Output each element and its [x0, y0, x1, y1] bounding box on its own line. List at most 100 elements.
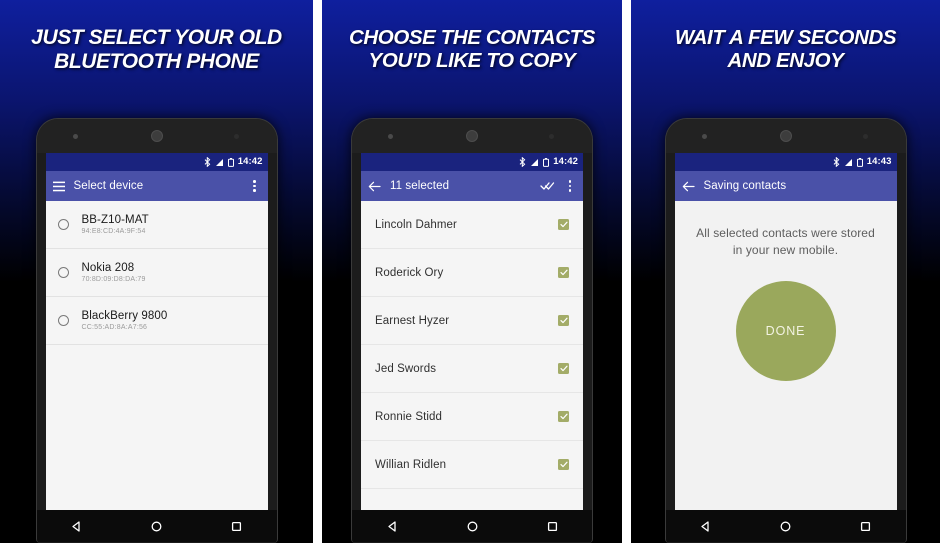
contact-list-item[interactable]: Lincoln Dahmer	[361, 201, 583, 249]
earpiece-speaker-icon	[466, 130, 478, 142]
contact-list-item[interactable]: Jed Swords	[361, 345, 583, 393]
app-bar-3: Saving contacts	[674, 171, 897, 201]
radio-button-icon[interactable]	[57, 267, 69, 278]
device-list-item[interactable]: Nokia 208 70:8D:09:D8:DA:79	[45, 249, 268, 297]
select-all-icon[interactable]	[540, 181, 555, 191]
recents-square-icon[interactable]	[230, 520, 243, 533]
back-arrow-icon[interactable]	[368, 181, 381, 192]
device-mac-address: 94:E8:CD:4A:9F:54	[81, 228, 146, 235]
status-bar-2: 14:42	[361, 153, 583, 171]
back-triangle-icon[interactable]	[70, 520, 83, 533]
contact-list-item[interactable]: Willian Ridlen	[361, 441, 583, 489]
recents-square-icon[interactable]	[859, 520, 872, 533]
app-bar-title-1: Select device	[73, 180, 144, 192]
contact-checkbox[interactable]	[558, 219, 569, 230]
home-circle-icon[interactable]	[466, 520, 479, 533]
signal-bars-icon	[215, 158, 223, 166]
promo-panel-2: CHOOSE THE CONTACTS YOU'D LIKE TO COPY 1…	[322, 0, 622, 543]
battery-icon	[856, 157, 863, 167]
earpiece-speaker-icon	[150, 130, 163, 142]
android-nav-bar-3	[665, 510, 906, 542]
status-time-1: 14:42	[237, 156, 263, 168]
signal-bars-icon	[531, 158, 539, 166]
device-mac-address: 70:8D:09:D8:DA:79	[81, 276, 146, 283]
radio-button-icon[interactable]	[57, 315, 69, 326]
contact-list: Lincoln Dahmer Roderick Ory Earnest Hyze…	[361, 201, 583, 510]
device-name: BlackBerry 9800	[81, 310, 168, 322]
status-time-3: 14:43	[866, 156, 892, 168]
contact-name: Earnest Hyzer	[375, 314, 450, 327]
bluetooth-icon	[833, 157, 840, 167]
bluetooth-icon	[519, 157, 526, 167]
signal-bars-icon	[844, 158, 852, 166]
phone-mockup-2: 14:42 11 selected Lincoln Dahmer Roderic…	[351, 118, 593, 543]
saving-contacts-screen: All selected contacts were stored in you…	[674, 201, 897, 510]
phone-top-bezel	[665, 119, 906, 153]
contact-checkbox[interactable]	[558, 267, 569, 278]
phone-screen-2: 14:42 11 selected Lincoln Dahmer Roderic…	[361, 153, 583, 510]
contact-list-item[interactable]: Earnest Hyzer	[361, 297, 583, 345]
recents-square-icon[interactable]	[546, 520, 559, 533]
earpiece-speaker-icon	[779, 130, 792, 142]
battery-icon	[543, 157, 550, 167]
front-camera-icon	[549, 134, 554, 139]
back-triangle-icon[interactable]	[386, 520, 399, 533]
device-list-item[interactable]: BlackBerry 9800 CC:55:AD:8A:A7:56	[45, 297, 268, 345]
home-circle-icon[interactable]	[779, 520, 792, 533]
phone-mockup-3: 14:43 Saving contacts All selected conta…	[664, 118, 907, 543]
panel-2-caption: CHOOSE THE CONTACTS YOU'D LIKE TO COPY	[349, 26, 595, 73]
bluetooth-icon	[204, 157, 211, 167]
phone-screen-3: 14:43 Saving contacts All selected conta…	[674, 153, 897, 510]
battery-icon	[227, 157, 234, 167]
back-arrow-icon[interactable]	[682, 181, 695, 192]
contact-name: Lincoln Dahmer	[375, 218, 457, 231]
panel-1-caption: JUST SELECT YOUR OLD BLUETOOTH PHONE	[31, 26, 282, 73]
app-bar-title-2: 11 selected	[390, 180, 450, 192]
proximity-sensor-icon	[388, 134, 393, 139]
proximity-sensor-icon	[72, 134, 78, 139]
overflow-menu-icon[interactable]	[564, 180, 576, 192]
device-mac-address: CC:55:AD:8A:A7:56	[81, 324, 148, 331]
contact-name: Willian Ridlen	[375, 458, 447, 471]
contact-checkbox[interactable]	[558, 315, 569, 326]
phone-mockup-1: 14:42 Select device BB-Z10-MAT 94:E8:CD:…	[35, 118, 278, 543]
phone-top-bezel	[36, 119, 277, 153]
status-bar-1: 14:42	[45, 153, 268, 171]
promo-panel-1: JUST SELECT YOUR OLD BLUETOOTH PHONE 14:…	[0, 0, 313, 543]
status-bar-3: 14:43	[674, 153, 897, 171]
panel-divider	[313, 0, 322, 543]
phone-top-bezel	[352, 119, 592, 153]
device-name: Nokia 208	[81, 262, 135, 274]
app-bar-title-3: Saving contacts	[703, 180, 787, 192]
home-circle-icon[interactable]	[150, 520, 163, 533]
android-nav-bar-1	[36, 510, 277, 542]
contact-name: Jed Swords	[375, 362, 437, 375]
radio-button-icon[interactable]	[57, 219, 69, 230]
android-nav-bar-2	[352, 510, 592, 542]
front-camera-icon	[233, 134, 239, 139]
panel-divider	[622, 0, 631, 543]
promo-panel-3: WAIT A FEW SECONDS AND ENJOY 14:43 Savin…	[631, 0, 940, 543]
phone-screen-1: 14:42 Select device BB-Z10-MAT 94:E8:CD:…	[45, 153, 268, 510]
hamburger-menu-icon[interactable]	[52, 181, 65, 192]
contact-list-item[interactable]: Roderick Ory	[361, 249, 583, 297]
device-list-item[interactable]: BB-Z10-MAT 94:E8:CD:4A:9F:54	[45, 201, 268, 249]
saving-message: All selected contacts were stored in you…	[696, 226, 875, 258]
app-bar-1: Select device	[45, 171, 268, 201]
contact-name: Roderick Ory	[375, 266, 444, 279]
app-bar-2: 11 selected	[361, 171, 583, 201]
front-camera-icon	[862, 134, 868, 139]
status-time-2: 14:42	[553, 156, 578, 168]
panel-3-caption: WAIT A FEW SECONDS AND ENJOY	[674, 26, 897, 73]
contact-checkbox[interactable]	[558, 363, 569, 374]
device-name: BB-Z10-MAT	[81, 214, 149, 226]
done-button[interactable]: DONE	[735, 281, 836, 382]
device-list: BB-Z10-MAT 94:E8:CD:4A:9F:54 Nokia 208 7…	[45, 201, 268, 510]
contact-checkbox[interactable]	[558, 411, 569, 422]
back-triangle-icon[interactable]	[699, 520, 712, 533]
promo-screenshot-strip: JUST SELECT YOUR OLD BLUETOOTH PHONE 14:…	[0, 0, 940, 543]
contact-name: Ronnie Stidd	[375, 410, 443, 423]
contact-list-item[interactable]: Ronnie Stidd	[361, 393, 583, 441]
contact-checkbox[interactable]	[558, 459, 569, 470]
overflow-menu-icon[interactable]	[249, 180, 261, 192]
